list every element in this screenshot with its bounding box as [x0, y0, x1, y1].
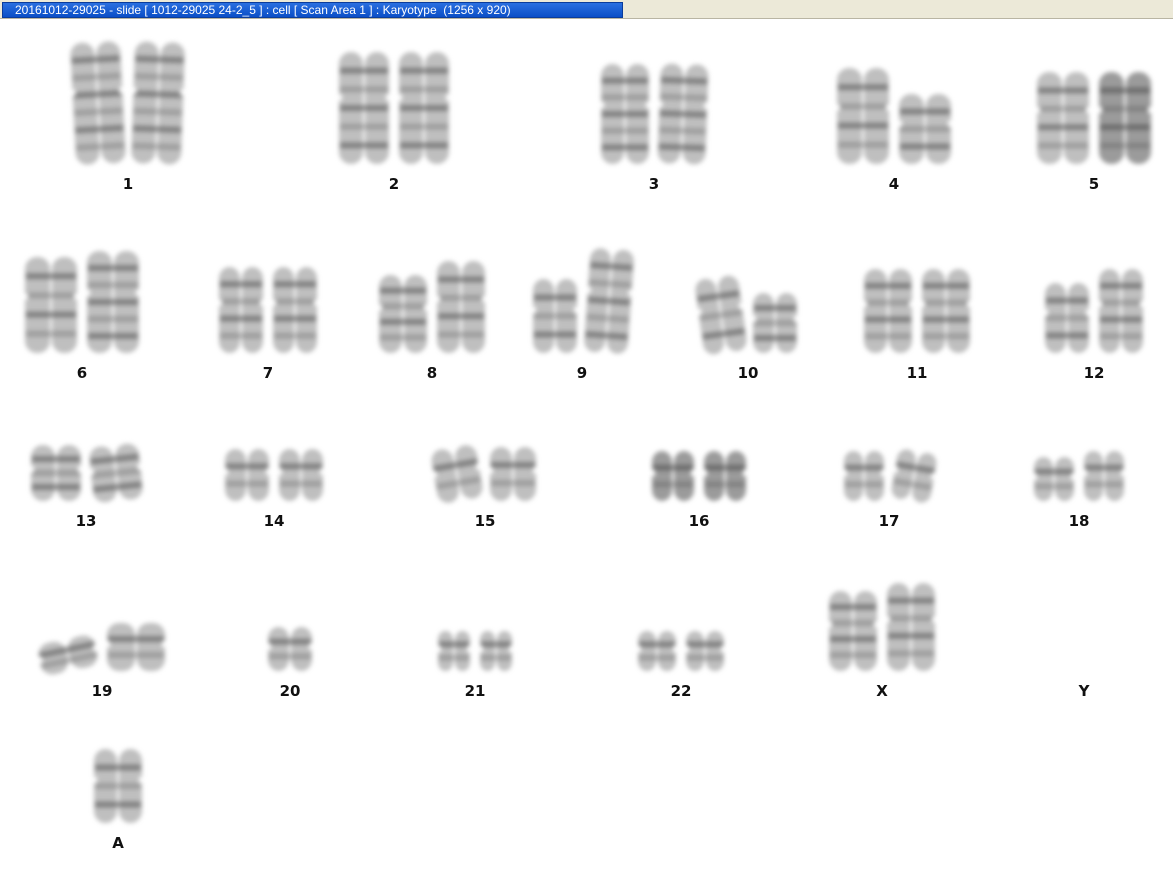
chromosome-4-2[interactable]: [890, 86, 960, 172]
chromosome-label-A: A: [112, 834, 124, 852]
chromosome-16-2[interactable]: [695, 443, 755, 509]
chromosome-label-Y: Y: [1078, 682, 1090, 700]
chromosome-2-2[interactable]: [390, 44, 458, 172]
chromosome-14-2[interactable]: [270, 441, 332, 509]
chromosome-label-15: 15: [474, 512, 496, 530]
chromosome-6-1[interactable]: [16, 249, 86, 361]
window-title: 20161012-29025 - slide [ 1012-29025 24-2…: [15, 3, 511, 17]
chromosome-4-1[interactable]: [828, 60, 898, 172]
chromosome-21-2[interactable]: [471, 623, 521, 679]
chromosome-15-2[interactable]: [481, 439, 545, 509]
chromosome-label-14: 14: [263, 512, 285, 530]
chromosome-17-2[interactable]: [880, 438, 949, 513]
chromosome-label-19: 19: [91, 682, 113, 700]
chromosome-5-1[interactable]: [1028, 64, 1098, 172]
chromosome-label-9: 9: [576, 364, 588, 382]
chromosome-label-8: 8: [426, 364, 438, 382]
chromosome-label-17: 17: [878, 512, 900, 530]
chromosome-label-3: 3: [648, 175, 660, 193]
window-title-tab[interactable]: 20161012-29025 - slide [ 1012-29025 24-2…: [2, 2, 623, 18]
chromosome-label-12: 12: [1083, 364, 1105, 382]
chromosome-X-2[interactable]: [878, 575, 944, 679]
chromosome-16-1[interactable]: [643, 443, 703, 509]
chromosome-5-2[interactable]: [1090, 64, 1160, 172]
chromosome-label-18: 18: [1068, 512, 1090, 530]
chromosome-8-1[interactable]: [370, 267, 436, 361]
chromosome-12-2[interactable]: [1090, 261, 1152, 361]
chromosome-11-1[interactable]: [855, 261, 921, 361]
chromosome-X-1[interactable]: [820, 583, 886, 679]
chromosome-label-7: 7: [262, 364, 274, 382]
chromosome-label-20: 20: [279, 682, 301, 700]
chromosome-label-10: 10: [737, 364, 759, 382]
chromosome-6-2[interactable]: [78, 243, 148, 361]
chromosome-22-2[interactable]: [677, 623, 733, 679]
chromosome-label-21: 21: [464, 682, 486, 700]
chromosome-A-1[interactable]: [85, 741, 151, 831]
chromosome-label-13: 13: [75, 512, 97, 530]
karyotype-canvas: 1 2 3 4 5 6 7 8 9 10 11 12 13 14 15 16 17 18 19 20 21 22 X Y A: [0, 19, 1173, 873]
chromosome-12-1[interactable]: [1036, 275, 1098, 361]
chromosome-3-2[interactable]: [648, 55, 718, 173]
chromosome-label-1: 1: [122, 175, 134, 193]
chromosome-1-2[interactable]: [122, 33, 195, 173]
chromosome-7-1[interactable]: [210, 259, 272, 361]
chromosome-label-X: X: [876, 682, 888, 700]
title-bar-strip: 20161012-29025 - slide [ 1012-29025 24-2…: [0, 0, 1173, 19]
chromosome-label-11: 11: [906, 364, 928, 382]
chromosome-13-2[interactable]: [78, 434, 153, 513]
chromosome-9-2[interactable]: [574, 239, 644, 363]
chromosome-11-2[interactable]: [913, 261, 979, 361]
chromosome-label-6: 6: [76, 364, 88, 382]
chromosome-label-2: 2: [388, 175, 400, 193]
chromosome-14-1[interactable]: [216, 441, 278, 509]
chromosome-label-22: 22: [670, 682, 692, 700]
chromosome-2-1[interactable]: [330, 44, 398, 172]
chromosome-10-2[interactable]: [744, 285, 806, 361]
chromosome-20-1[interactable]: [259, 619, 321, 679]
chromosome-label-16: 16: [688, 512, 710, 530]
chromosome-8-2[interactable]: [428, 253, 494, 361]
chromosome-7-2[interactable]: [264, 259, 326, 361]
chromosome-19-2[interactable]: [98, 615, 174, 679]
chromosome-18-2[interactable]: [1075, 443, 1133, 509]
chromosome-label-4: 4: [888, 175, 900, 193]
chromosome-label-5: 5: [1088, 175, 1100, 193]
